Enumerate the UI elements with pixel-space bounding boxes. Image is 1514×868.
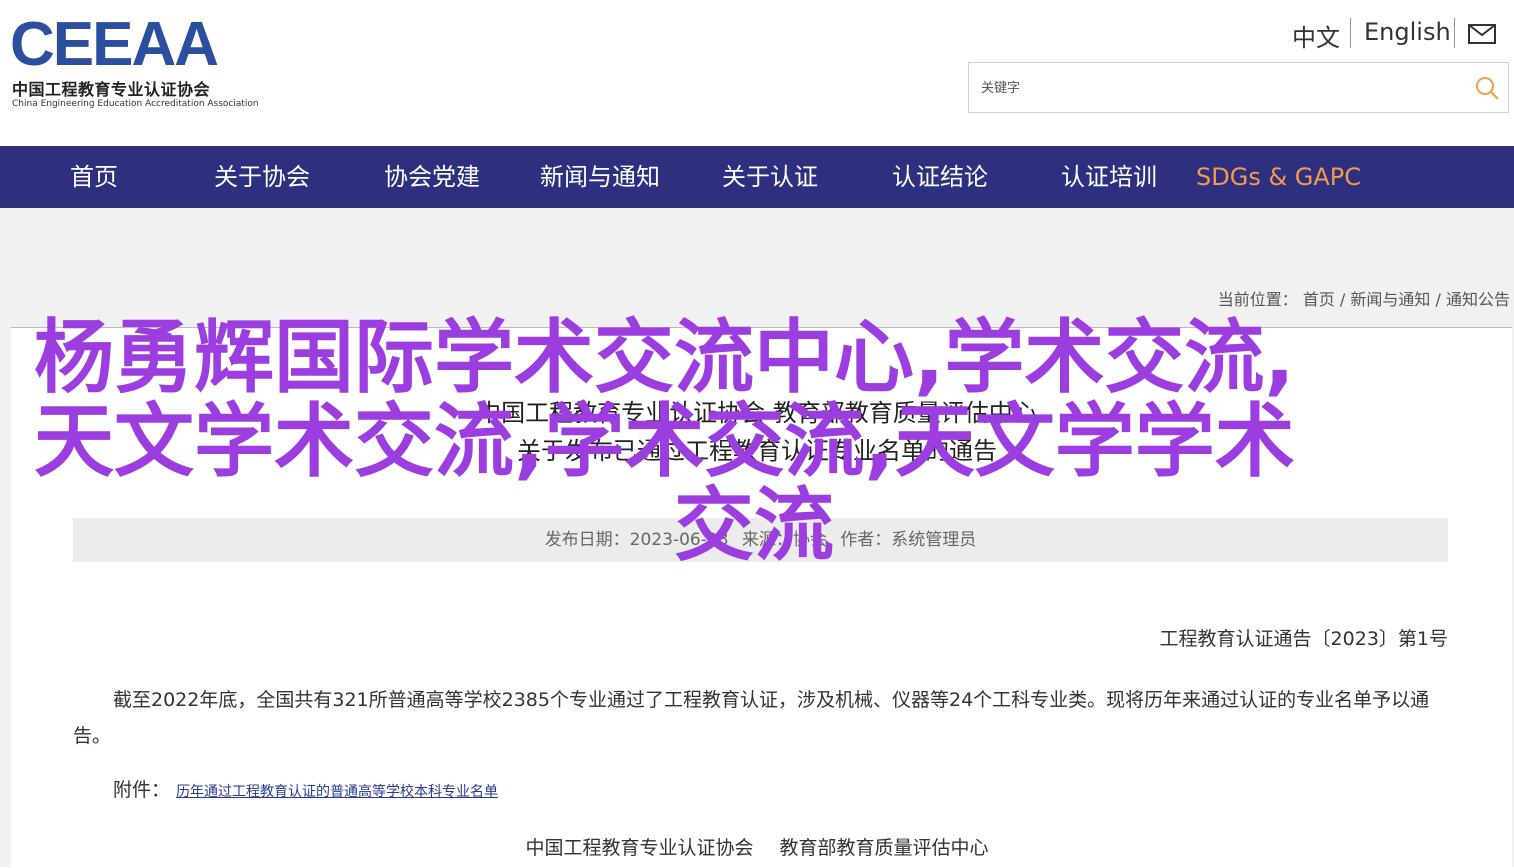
breadcrumb: 当前位置： 首页 / 新闻与通知 / 通知公告 xyxy=(1218,286,1510,310)
breadcrumb-news[interactable]: 新闻与通知 xyxy=(1350,290,1430,309)
article-paragraph: 截至2022年底，全国共有321所普通高等学校2385个专业通过了工程教育认证，… xyxy=(73,689,1430,747)
breadcrumb-home[interactable]: 首页 xyxy=(1303,290,1335,309)
logo-chinese-name: 中国工程教育专业认证协会 xyxy=(12,80,211,99)
article-title-line2: 关于发布已通过工程教育认证专业名单的通告 xyxy=(517,437,997,465)
breadcrumb-prefix: 当前位置： xyxy=(1217,290,1298,309)
article-title-line1: 中国工程教育专业认证协会 教育部教育质量评估中心 xyxy=(477,399,1037,427)
nav-item-about-association[interactable]: 关于协会 xyxy=(214,146,310,208)
publish-date: 发布日期：2023-06-28 xyxy=(544,530,729,550)
search-box xyxy=(968,62,1509,114)
attachment-label: 附件： xyxy=(113,779,171,801)
signature-association: 中国工程教育专业认证协会 xyxy=(525,837,754,859)
search-input[interactable] xyxy=(979,63,1463,114)
breadcrumb-separator: / xyxy=(1339,290,1346,309)
article-title: 中国工程教育专业认证协会 教育部教育质量评估中心 关于发布已通过工程教育认证专业… xyxy=(0,394,1514,470)
main-nav: 首页 关于协会 协会党建 新闻与通知 关于认证 认证结论 认证培训 SDGs &… xyxy=(0,146,1514,208)
nav-item-party-building[interactable]: 协会党建 xyxy=(384,146,480,208)
article-author: 作者：系统管理员 xyxy=(840,530,977,550)
attachment-link[interactable]: 历年通过工程教育认证的普通高等学校本科专业名单 xyxy=(176,784,498,800)
signature-center: 教育部教育质量评估中心 xyxy=(779,837,989,859)
document-number: 工程教育认证通告〔2023〕第1号 xyxy=(1159,628,1448,650)
article-source: 来源：协会 xyxy=(741,530,827,550)
breadcrumb-notices[interactable]: 通知公告 xyxy=(1446,290,1510,309)
site-logo[interactable]: CEEAA 中国工程教育专业认证协会 China Engineering Edu… xyxy=(10,14,270,114)
lang-chinese-link[interactable]: 中文 xyxy=(1292,18,1340,53)
breadcrumb-separator: / xyxy=(1435,290,1441,309)
nav-item-sdgs-gapc[interactable]: SDGs & GAPC xyxy=(1196,146,1361,208)
nav-item-accreditation-results[interactable]: 认证结论 xyxy=(892,146,988,208)
lang-divider xyxy=(1454,18,1455,48)
attachment: 附件： 历年通过工程教育认证的普通高等学校本科专业名单 xyxy=(113,775,498,802)
search-icon[interactable] xyxy=(1474,75,1500,101)
lang-divider xyxy=(1350,18,1351,48)
lang-english-link[interactable]: English xyxy=(1364,18,1451,46)
logo-english-name: China Engineering Education Accreditatio… xyxy=(12,99,259,109)
nav-item-about-accreditation[interactable]: 关于认证 xyxy=(722,146,818,208)
site-header: CEEAA 中国工程教育专业认证协会 China Engineering Edu… xyxy=(0,0,1514,146)
article-signature: 中国工程教育专业认证协会 教育部教育质量评估中心 xyxy=(0,833,1514,860)
nav-item-home[interactable]: 首页 xyxy=(70,146,118,208)
mail-icon[interactable] xyxy=(1468,24,1496,44)
logo-mark: CEEAA xyxy=(10,10,219,79)
nav-item-news[interactable]: 新闻与通知 xyxy=(540,146,660,208)
article-meta: 发布日期：2023-06-28 来源：协会 作者：系统管理员 xyxy=(73,518,1448,562)
nav-item-training[interactable]: 认证培训 xyxy=(1061,146,1157,208)
